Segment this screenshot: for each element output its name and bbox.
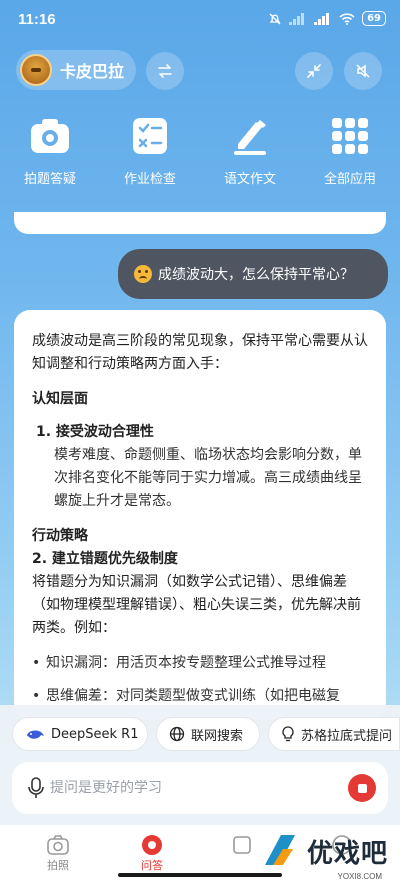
switch-button[interactable] [146,52,184,90]
profile-button[interactable]: 卡皮巴拉 [16,50,136,90]
collapse-icon [307,64,321,78]
worried-face-icon [134,265,152,283]
globe-icon [169,726,185,742]
mute-button[interactable] [344,52,382,90]
item-title: 1. 接受波动合理性 [36,424,154,440]
item-body: 模考难度、命题侧重、临场状态均会影响分数，单次排名变化不能等同于实力增减。高三成… [54,447,362,509]
site-watermark: 优戏吧 YOXI8.COM [259,829,388,881]
status-time: 11:16 [18,11,56,28]
quick-action-label: 语文作文 [223,172,276,187]
chip-label: 联网搜索 [191,728,244,744]
home-indicator [118,873,282,877]
camera-icon [28,114,72,158]
question-input[interactable] [50,780,300,796]
signal-icon [289,12,305,25]
web-search-chip[interactable]: 联网搜索 [156,717,260,751]
item-body: 将错题分为知识漏洞（如数学公式记错）、思维偏差（如物理模型理解错误）、粗心失误三… [32,574,361,636]
user-message-bubble: 成绩波动大，怎么保持平常心？ [118,249,388,299]
speaker-off-icon [356,64,370,78]
avatar [20,54,52,86]
chat-bubble-icon [122,833,182,857]
watermark-subtext: YOXI8.COM [337,872,382,881]
grid-icon [328,114,372,158]
watermark-logo-icon [264,835,295,865]
previous-message-card [14,212,386,234]
profile-name: 卡皮巴拉 [60,62,125,81]
checklist-icon [128,114,172,158]
quick-action-label: 拍题答疑 [23,172,76,187]
chip-label: DeepSeek R1 [51,726,139,742]
stop-icon [357,783,367,793]
minimize-button[interactable] [295,52,333,90]
list-item: 知识漏洞：用活页本按专题整理公式推导过程 [32,652,368,675]
watermark-text: 优戏吧 [306,838,388,869]
status-icons: 69 [268,11,386,26]
pen-icon [228,114,272,158]
chip-label: 苏格拉底式提问 [301,728,393,744]
section-title: 行动策略 [32,528,88,544]
quick-action-essay[interactable]: 语文作文 [205,114,295,187]
wifi-icon [339,12,355,25]
deepseek-chip[interactable]: DeepSeek R1 [12,717,148,751]
quick-action-label: 全部应用 [323,172,376,187]
camera-icon [28,833,88,857]
quick-action-homework-check[interactable]: 作业检查 [105,114,195,187]
quick-action-photo-qa[interactable]: 拍题答疑 [5,114,95,187]
battery-indicator: 69 [362,11,386,26]
quick-action-all-apps[interactable]: 全部应用 [305,114,395,187]
top-bar: 卡皮巴拉 [0,48,400,92]
lightbulb-icon [281,726,295,742]
mute-bell-icon [269,13,281,24]
tab-qa[interactable]: 问答 [122,833,182,873]
user-message-text: 成绩波动大，怎么保持平常心？ [158,267,354,283]
microphone-icon[interactable] [28,777,44,799]
quick-actions: 拍题答疑 作业检查 语文作文 全部应用 [0,114,400,194]
answer-card: 成绩波动是高三阶段的常见现象，保持平常心需要从认知调整和行动策略两方面入手： 认… [14,310,386,720]
tab-photo[interactable]: 拍照 [28,833,88,873]
quick-action-label: 作业检查 [123,172,176,187]
status-bar: 11:16 69 [0,0,400,40]
item-title: 2. 建立错题优先级制度 [32,551,178,567]
tab-label: 拍照 [47,859,69,872]
signal-icon-2 [314,12,330,25]
question-input-box [12,762,388,814]
tab-label: 问答 [141,859,163,872]
stop-button[interactable] [348,774,376,802]
composer-area: DeepSeek R1 联网搜索 苏格拉底式提问 [0,705,400,825]
section-title: 认知层面 [32,391,88,407]
socratic-chip[interactable]: 苏格拉底式提问 [268,717,400,751]
swap-arrows-icon [158,64,172,78]
whale-icon [25,727,45,741]
answer-intro: 成绩波动是高三阶段的常见现象，保持平常心需要从认知调整和行动策略两方面入手： [32,333,368,372]
